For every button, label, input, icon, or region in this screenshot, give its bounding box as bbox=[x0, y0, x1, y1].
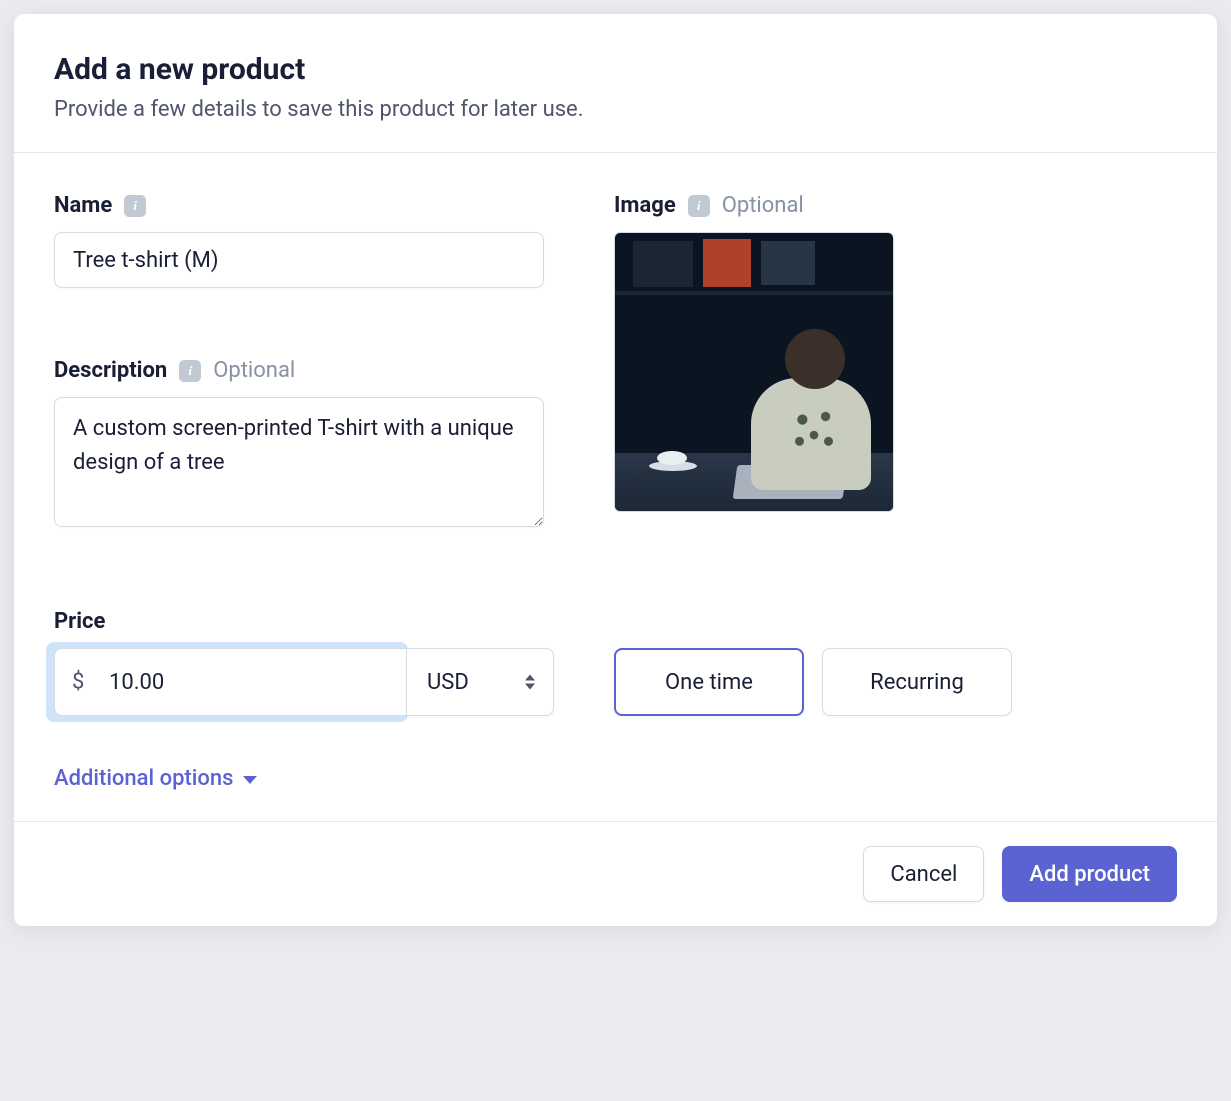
modal-header: Add a new product Provide a few details … bbox=[14, 14, 1217, 153]
price-label: Price bbox=[54, 609, 105, 634]
currency-select[interactable]: USD bbox=[406, 648, 554, 716]
modal-footer: Cancel Add product bbox=[14, 821, 1217, 926]
billing-toggle: One time Recurring bbox=[614, 648, 1012, 716]
optional-label: Optional bbox=[722, 193, 804, 218]
billing-recurring-button[interactable]: Recurring bbox=[822, 648, 1012, 716]
image-label: Image bbox=[614, 193, 676, 218]
image-detail bbox=[761, 241, 815, 285]
description-label: Description bbox=[54, 358, 167, 383]
image-detail bbox=[633, 241, 693, 287]
modal-body: Name i Description i Optional Image i bbox=[14, 153, 1217, 821]
billing-one-time-button[interactable]: One time bbox=[614, 648, 804, 716]
modal-title: Add a new product bbox=[54, 52, 1177, 87]
image-preview[interactable] bbox=[614, 232, 894, 512]
image-detail bbox=[615, 291, 893, 295]
image-detail bbox=[657, 451, 687, 465]
add-product-button[interactable]: Add product bbox=[1002, 846, 1177, 902]
add-product-modal: Add a new product Provide a few details … bbox=[14, 14, 1217, 926]
name-input[interactable] bbox=[54, 232, 544, 288]
info-icon[interactable]: i bbox=[124, 195, 146, 217]
description-input[interactable] bbox=[54, 397, 544, 527]
image-detail bbox=[703, 239, 751, 287]
price-amount-input[interactable] bbox=[54, 648, 406, 716]
image-detail bbox=[785, 329, 845, 389]
price-input-group: $ USD bbox=[54, 648, 554, 716]
currency-value: USD bbox=[427, 670, 469, 695]
chevron-down-icon bbox=[243, 776, 257, 784]
info-icon[interactable]: i bbox=[179, 360, 201, 382]
currency-symbol: $ bbox=[72, 670, 84, 695]
stepper-icon bbox=[525, 675, 535, 690]
info-icon[interactable]: i bbox=[688, 195, 710, 217]
name-label: Name bbox=[54, 193, 112, 218]
image-detail bbox=[785, 401, 843, 463]
cancel-button[interactable]: Cancel bbox=[863, 846, 984, 902]
optional-label: Optional bbox=[213, 358, 295, 383]
additional-options-toggle[interactable]: Additional options bbox=[54, 766, 257, 791]
modal-subtitle: Provide a few details to save this produ… bbox=[54, 97, 1177, 122]
additional-options-label: Additional options bbox=[54, 766, 233, 791]
